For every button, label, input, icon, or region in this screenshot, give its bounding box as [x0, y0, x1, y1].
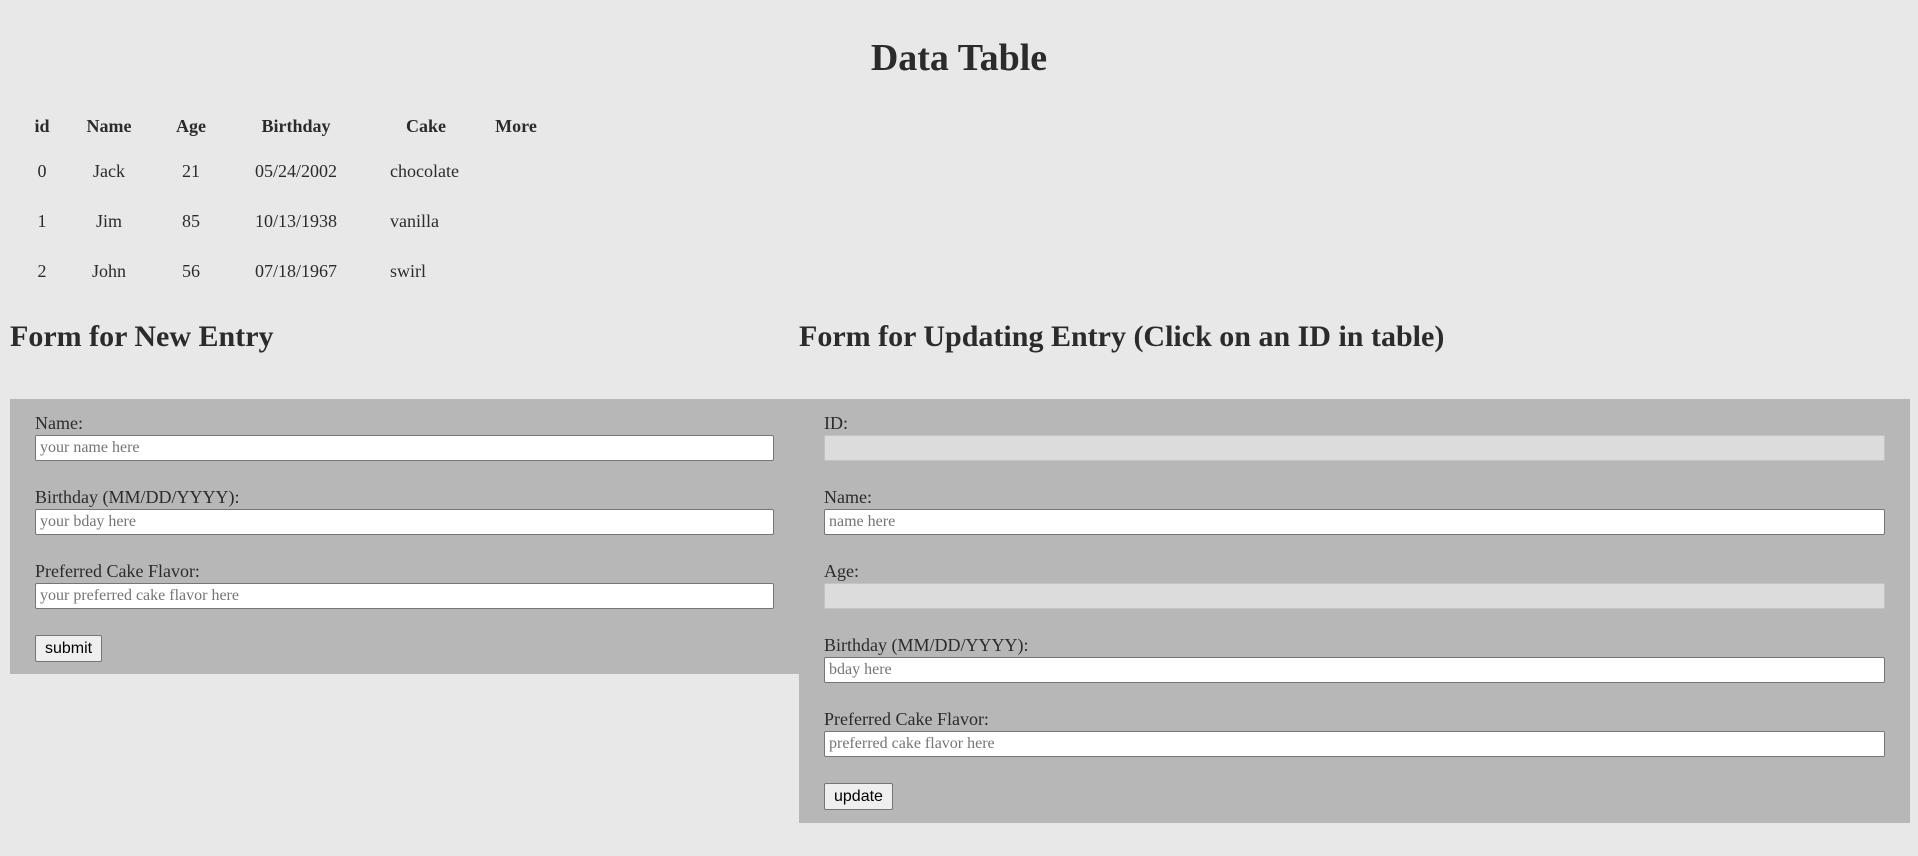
header-birthday: Birthday — [261, 115, 331, 136]
row-name-cell: Jim — [95, 210, 122, 231]
row-cake-cell: chocolate — [390, 160, 459, 181]
new-name-field: Name: — [35, 411, 774, 461]
table-header-row: id Name Age Birthday Cake More — [22, 106, 546, 146]
table-row: 2 John 56 07/18/1967 swirl — [22, 246, 546, 296]
header-cake: Cake — [406, 115, 446, 136]
row-birthday-cell: 10/13/1938 — [254, 210, 337, 231]
update-age-label: Age: — [824, 561, 859, 581]
update-age-input — [824, 583, 1885, 609]
update-name-field: Name: — [824, 485, 1885, 535]
new-birthday-label: Birthday (MM/DD/YYYY): — [35, 487, 240, 507]
row-id-cell[interactable]: 1 — [22, 196, 62, 246]
row-age-cell: 85 — [182, 210, 200, 231]
update-age-field: Age: — [824, 559, 1885, 609]
update-name-input[interactable] — [824, 509, 1885, 535]
new-entry-form: Name: Birthday (MM/DD/YYYY): Preferred C… — [10, 399, 799, 674]
row-more-cell — [486, 146, 546, 196]
submit-button[interactable]: submit — [35, 635, 103, 662]
update-cake-field: Preferred Cake Flavor: — [824, 707, 1885, 757]
update-birthday-field: Birthday (MM/DD/YYYY): — [824, 633, 1885, 683]
data-table: id Name Age Birthday Cake More 0 Jack 21… — [22, 106, 546, 296]
row-cake-cell: vanilla — [390, 210, 439, 231]
row-more-cell — [486, 196, 546, 246]
header-age: Age — [176, 115, 206, 136]
update-cake-input[interactable] — [824, 731, 1885, 757]
new-cake-input[interactable] — [35, 583, 774, 609]
row-birthday-cell: 05/24/2002 — [254, 160, 337, 181]
row-name-cell: John — [91, 260, 126, 281]
table-row: 1 Jim 85 10/13/1938 vanilla — [22, 196, 546, 246]
new-name-input[interactable] — [35, 435, 774, 461]
header-name: Name — [86, 115, 132, 136]
new-cake-label: Preferred Cake Flavor: — [35, 561, 200, 581]
update-entry-form: ID: Name: Age: Birthday (MM/DD/YYYY): Pr… — [799, 399, 1910, 823]
row-age-cell: 21 — [182, 160, 200, 181]
update-birthday-label: Birthday (MM/DD/YYYY): — [824, 635, 1029, 655]
row-age-cell: 56 — [182, 260, 200, 281]
table-row: 0 Jack 21 05/24/2002 chocolate — [22, 146, 546, 196]
update-birthday-input[interactable] — [824, 657, 1885, 683]
row-id-cell[interactable]: 2 — [22, 246, 62, 296]
new-birthday-input[interactable] — [35, 509, 774, 535]
new-cake-field: Preferred Cake Flavor: — [35, 559, 774, 609]
update-name-label: Name: — [824, 487, 872, 507]
new-birthday-field: Birthday (MM/DD/YYYY): — [35, 485, 774, 535]
update-id-label: ID: — [824, 413, 848, 433]
new-entry-heading: Form for New Entry — [10, 320, 274, 353]
header-more: More — [495, 115, 537, 136]
row-name-cell: Jack — [93, 160, 125, 181]
update-id-input — [824, 435, 1885, 461]
new-name-label: Name: — [35, 413, 83, 433]
page-title: Data Table — [870, 37, 1048, 79]
update-cake-label: Preferred Cake Flavor: — [824, 709, 989, 729]
row-id-cell[interactable]: 0 — [22, 146, 62, 196]
update-button[interactable]: update — [824, 783, 893, 810]
header-id: id — [34, 115, 50, 136]
update-id-field: ID: — [824, 411, 1885, 461]
row-more-cell — [486, 246, 546, 296]
row-birthday-cell: 07/18/1967 — [254, 260, 337, 281]
row-cake-cell: swirl — [390, 260, 426, 281]
update-entry-heading: Form for Updating Entry (Click on an ID … — [799, 320, 1445, 353]
